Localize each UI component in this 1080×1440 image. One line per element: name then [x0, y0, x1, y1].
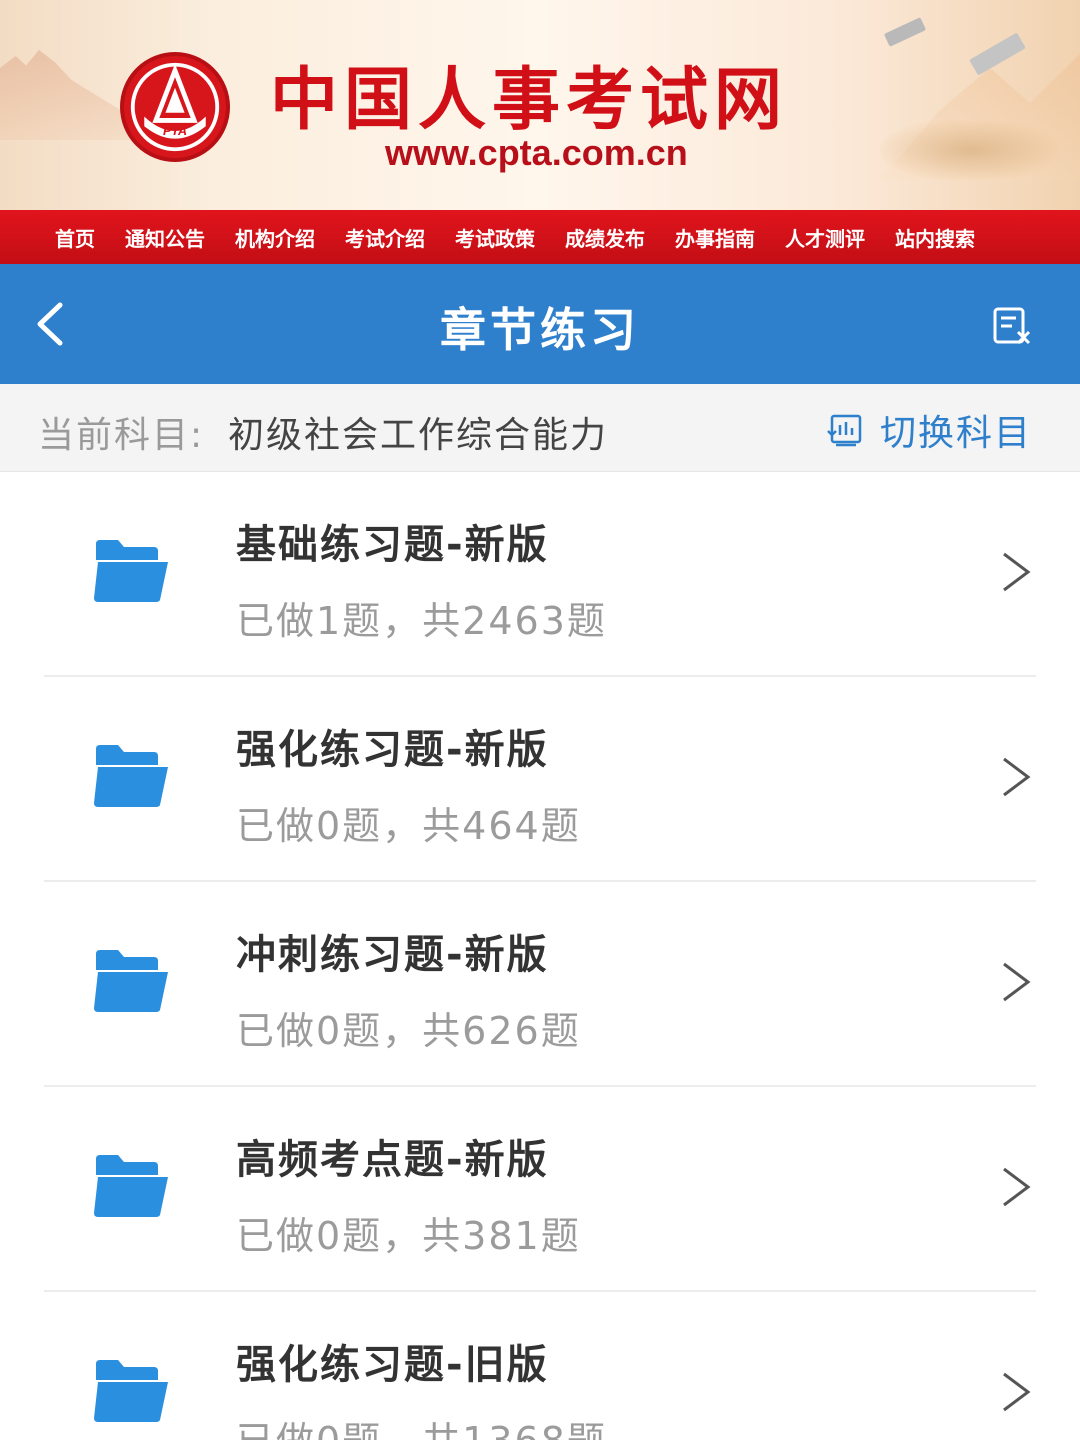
- list-item[interactable]: 强化练习题-旧版 已做0题，共1368题: [0, 1292, 1080, 1440]
- satellite-icon: [883, 17, 927, 47]
- folder-icon: [94, 1360, 168, 1422]
- pta-logo: PTA: [120, 52, 230, 162]
- list-item[interactable]: 高频考点题-新版 已做0题，共381题: [0, 1087, 1080, 1292]
- folder-icon: [94, 745, 168, 807]
- item-progress: 已做0题，共381题: [236, 1214, 581, 1258]
- subject-bar: 当前科目: 初级社会工作综合能力 切换科目: [0, 384, 1080, 472]
- chevron-right-icon: [1003, 1372, 1031, 1412]
- page-title: 章节练习: [440, 303, 640, 357]
- item-title: 冲刺练习题-新版: [236, 932, 549, 978]
- item-progress: 已做0题，共626题: [236, 1009, 581, 1053]
- stadium-decoration: [880, 120, 1060, 180]
- site-title: 中国人事考试网: [270, 61, 789, 140]
- nav-search[interactable]: 站内搜索: [895, 223, 975, 252]
- nav-guide[interactable]: 办事指南: [675, 223, 755, 252]
- switch-subject-label: 切换科目: [879, 413, 1032, 454]
- chevron-right-icon: [1003, 552, 1031, 592]
- list-item[interactable]: 基础练习题-新版 已做1题，共2463题: [0, 472, 1080, 677]
- subject-value: 初级社会工作综合能力: [228, 415, 609, 456]
- item-progress: 已做1题，共2463题: [236, 599, 607, 643]
- folder-icon: [94, 540, 168, 602]
- chevron-right-icon: [1003, 757, 1031, 797]
- page-header: 章节练习: [0, 264, 1080, 384]
- item-progress: 已做0题，共1368题: [236, 1410, 607, 1440]
- nav-assessment[interactable]: 人才测评: [785, 223, 865, 252]
- nav-about[interactable]: 机构介绍: [235, 223, 315, 252]
- chevron-right-icon: [1003, 962, 1031, 1002]
- subject-label: 当前科目:: [38, 415, 205, 456]
- nav-exam-policy[interactable]: 考试政策: [455, 223, 535, 252]
- answer-sheet-button[interactable]: [992, 306, 1032, 346]
- main-nav: 首页 通知公告 机构介绍 考试介绍 考试政策 成绩发布 办事指南 人才测评 站内…: [0, 210, 1080, 264]
- switch-icon: [827, 414, 862, 447]
- list-item[interactable]: 强化练习题-新版 已做0题，共464题: [0, 677, 1080, 882]
- item-title: 强化练习题-旧版: [236, 1342, 549, 1388]
- item-title: 高频考点题-新版: [236, 1137, 549, 1183]
- item-title: 基础练习题-新版: [236, 522, 549, 568]
- answer-sheet-icon: [993, 307, 1031, 345]
- nav-home[interactable]: 首页: [55, 223, 95, 252]
- satellite-icon: [969, 32, 1026, 76]
- item-title: 强化练习题-新版: [236, 727, 549, 773]
- chevron-right-icon: [1003, 1167, 1031, 1207]
- nav-scores[interactable]: 成绩发布: [565, 223, 645, 252]
- switch-subject-button[interactable]: 切换科目: [826, 404, 1032, 456]
- practice-list: 基础练习题-新版 已做1题，共2463题 强化练习题-新版 已做0题，共464题…: [0, 472, 1080, 1440]
- logo-text: PTA: [163, 124, 187, 138]
- great-wall-decoration: [0, 50, 130, 140]
- nav-notices[interactable]: 通知公告: [125, 223, 205, 252]
- site-url: www.cpta.com.cn: [385, 132, 688, 173]
- item-progress: 已做0题，共464题: [236, 804, 581, 848]
- folder-icon: [94, 950, 168, 1012]
- folder-icon: [94, 1155, 168, 1217]
- site-banner: PTA 中国人事考试网 www.cpta.com.cn: [0, 0, 1080, 210]
- list-item[interactable]: 冲刺练习题-新版 已做0题，共626题: [0, 882, 1080, 1087]
- nav-exam-intro[interactable]: 考试介绍: [345, 223, 425, 252]
